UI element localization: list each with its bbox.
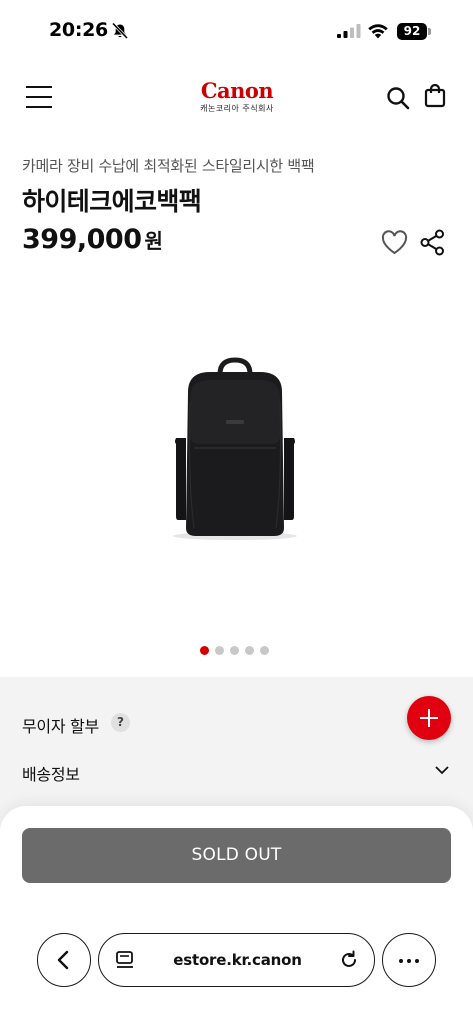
status-bar: 20:26 92 — [0, 0, 473, 62]
help-question-icon[interactable]: ? — [111, 713, 130, 732]
battery-tip — [428, 28, 431, 35]
carousel-dot[interactable] — [260, 646, 269, 655]
shopping-bag-icon[interactable] — [424, 84, 446, 108]
status-time: 20:26 — [49, 19, 108, 41]
add-floating-button[interactable] — [407, 696, 451, 740]
reload-icon[interactable] — [339, 950, 359, 970]
browser-url-bar[interactable]: estore.kr.canon — [98, 933, 375, 987]
logo-subtext: 캐논코리아 주식회사 — [200, 104, 274, 113]
canon-logo[interactable]: Canon 캐논코리아 주식회사 — [194, 80, 280, 116]
price-amount: 399,000 — [22, 224, 142, 255]
site-header: Canon 캐논코리아 주식회사 — [0, 62, 473, 132]
sold-out-button[interactable]: SOLD OUT — [22, 828, 451, 883]
battery-indicator: 92 — [397, 23, 431, 40]
installment-label: 무이자 할부 — [22, 717, 99, 736]
price-unit: 원 — [144, 229, 163, 253]
chevron-left-icon — [57, 950, 69, 970]
product-price: 399,000 원 — [22, 224, 163, 255]
carousel-dots — [200, 646, 269, 656]
heart-wishlist-icon[interactable] — [381, 230, 408, 255]
browser-more-button[interactable] — [382, 933, 436, 987]
carousel-dot[interactable] — [200, 646, 209, 655]
browser-back-button[interactable] — [37, 933, 91, 987]
wifi-icon — [368, 24, 388, 39]
share-icon[interactable] — [420, 229, 445, 256]
logo-wordmark: Canon — [200, 78, 274, 103]
product-title: 하이테크에코백팩 — [22, 187, 202, 216]
search-icon[interactable] — [386, 86, 410, 110]
chevron-down-icon[interactable] — [434, 764, 450, 776]
cellular-signal-icon — [337, 24, 361, 38]
product-backpack-image[interactable] — [150, 352, 320, 542]
battery-level: 92 — [397, 23, 427, 40]
shipping-info-label[interactable]: 배송정보 — [22, 761, 80, 785]
hamburger-menu-icon[interactable] — [26, 86, 52, 108]
carousel-dot[interactable] — [215, 646, 224, 655]
carousel-dot[interactable] — [230, 646, 239, 655]
bell-off-icon — [111, 22, 129, 40]
url-text: estore.kr.canon — [173, 951, 302, 969]
product-subtitle: 카메라 장비 수납에 최적화된 스타일리시한 백팩 — [22, 157, 315, 175]
carousel-dot[interactable] — [245, 646, 254, 655]
